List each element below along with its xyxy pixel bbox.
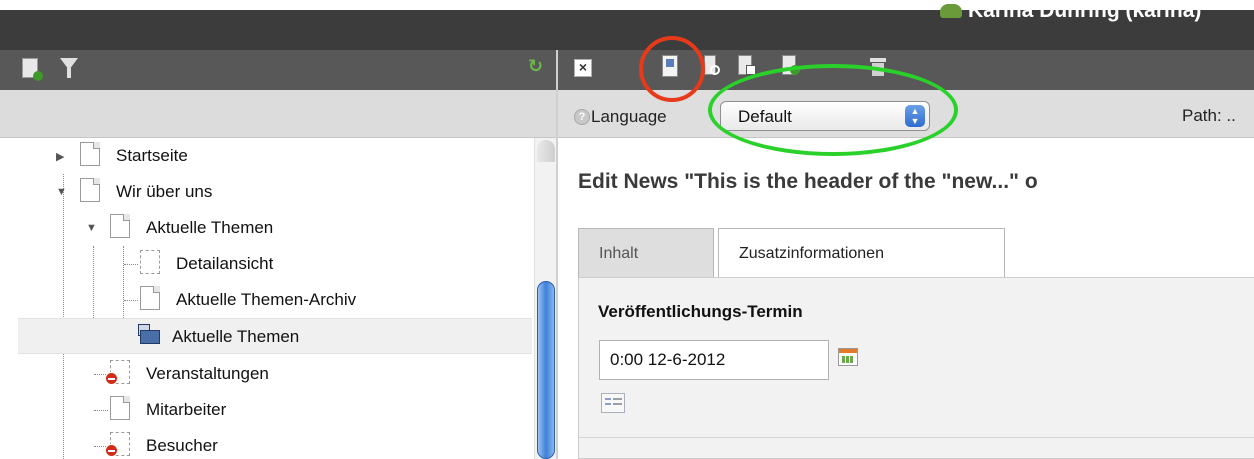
tree-item-label: Veranstaltungen	[146, 364, 269, 383]
tree-item-label: Aktuelle Themen	[146, 218, 274, 237]
tree-item[interactable]: ▼ Aktuelle Themen	[0, 210, 534, 246]
new-record-icon[interactable]	[22, 58, 43, 81]
calendar-icon[interactable]	[838, 348, 858, 366]
tree-item-label: Startseite	[116, 146, 188, 165]
collapse-icon[interactable]: ▼	[86, 222, 97, 234]
tree-header	[0, 90, 556, 138]
tree-item[interactable]: Mitarbeiter	[0, 392, 534, 428]
path-label: Path: ..	[1182, 106, 1236, 125]
expand-icon[interactable]: ▶	[56, 150, 64, 163]
user-menu[interactable]: Karina Dühring (karina)	[940, 0, 1201, 22]
annotation-red-circle	[639, 36, 705, 102]
publish-date-label: Veröffentlichungs-Termin	[598, 302, 803, 321]
close-document-icon[interactable]: ×	[574, 59, 592, 77]
scroll-track-top	[537, 140, 555, 162]
typo3-backend-window: Karina Dühring (karina) ↻ × ? Language D…	[0, 0, 1254, 459]
tree-item[interactable]: ▶ Startseite	[0, 138, 534, 174]
tree-item[interactable]: ▼ Wir über uns	[0, 174, 534, 210]
tree-item[interactable]: Aktuelle Themen-Archiv	[0, 282, 534, 318]
tree-item-label: Aktuelle Themen-Archiv	[176, 290, 357, 309]
tree-item-selected[interactable]: Aktuelle Themen	[18, 318, 532, 354]
page-icon	[110, 396, 130, 420]
scroll-thumb[interactable]	[537, 281, 555, 459]
tree-item-label: Wir über uns	[116, 182, 213, 201]
tree-item[interactable]: Veranstaltungen	[0, 356, 534, 392]
page-icon	[140, 250, 160, 274]
user-icon	[940, 4, 962, 18]
annotation-green-ellipse	[708, 64, 958, 156]
form-options-icon[interactable]	[601, 393, 625, 413]
tree-item-label: Besucher	[146, 436, 218, 455]
tree-item-label: Detailansicht	[176, 254, 274, 273]
collapse-icon[interactable]: ▼	[56, 186, 67, 198]
user-name: Karina Dühring (karina)	[968, 0, 1202, 22]
filter-icon[interactable]	[60, 58, 78, 78]
page-title: Edit News "This is the header of the "ne…	[578, 170, 1038, 193]
help-icon[interactable]: ?	[574, 109, 590, 125]
page-icon	[80, 178, 100, 202]
hidden-page-badge-icon	[105, 444, 118, 457]
page-tree: ▶ Startseite ▼ Wir über uns ▼ Aktuelle T…	[0, 138, 534, 459]
page-icon	[80, 142, 100, 166]
page-icon	[140, 286, 160, 310]
hidden-page-badge-icon	[105, 372, 118, 385]
tree-toolbar	[0, 50, 556, 90]
sysfolder-icon	[138, 324, 160, 346]
language-label: Language	[591, 107, 667, 126]
tree-item[interactable]: Besucher	[0, 428, 534, 459]
refresh-icon[interactable]: ↻	[528, 56, 544, 76]
save-and-view-icon[interactable]	[704, 55, 722, 77]
tab-inhalt[interactable]: Inhalt	[578, 228, 714, 278]
tree-item[interactable]: Detailansicht	[0, 246, 534, 282]
tree-item-label: Aktuelle Themen	[172, 327, 300, 346]
tree-scrollbar[interactable]	[534, 138, 556, 459]
publish-date-field[interactable]: 0:00 12-6-2012	[599, 340, 829, 380]
tree-item-label: Mitarbeiter	[146, 400, 227, 419]
page-icon	[110, 214, 130, 238]
tab-zusatzinformationen[interactable]: Zusatzinformationen	[718, 228, 1005, 278]
